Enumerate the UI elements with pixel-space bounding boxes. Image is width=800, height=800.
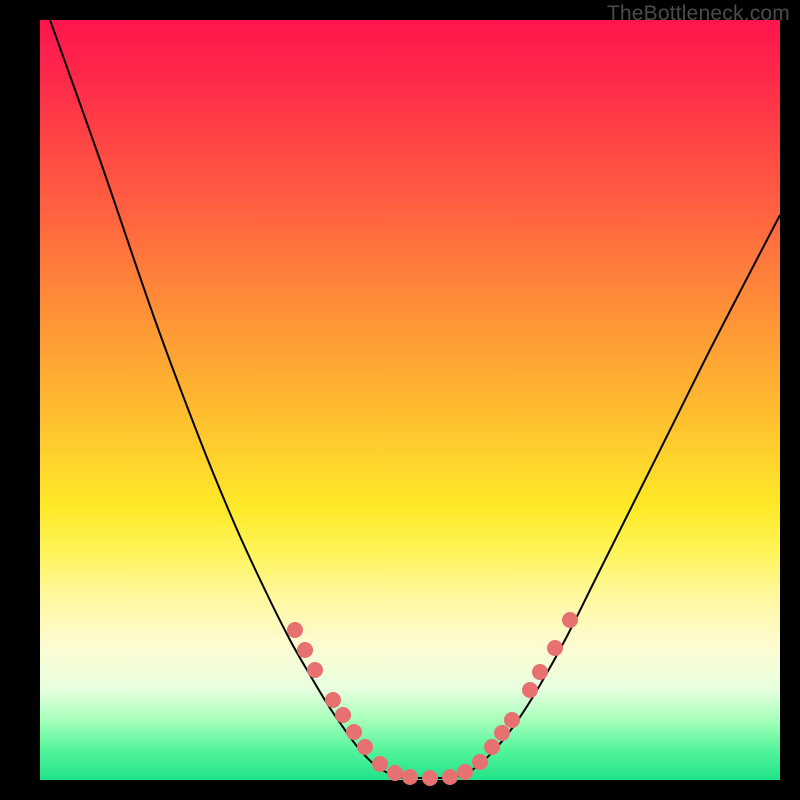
data-marker [457,764,473,780]
data-marker [494,725,510,741]
marker-group [287,612,578,786]
data-marker [287,622,303,638]
chart-svg [40,20,780,780]
curve-group [50,20,780,778]
data-marker [307,662,323,678]
data-marker [325,692,341,708]
data-marker [484,739,500,755]
data-marker [532,664,548,680]
data-marker [547,640,563,656]
data-marker [402,769,418,785]
data-marker [297,642,313,658]
data-marker [522,682,538,698]
data-marker [357,739,373,755]
data-marker [442,769,458,785]
watermark-text: TheBottleneck.com [607,2,790,26]
data-marker [372,756,388,772]
data-marker [562,612,578,628]
chart-frame: TheBottleneck.com [0,0,800,800]
data-marker [387,765,403,781]
plot-area [40,20,780,780]
data-marker [472,754,488,770]
curve-left-curve [50,20,405,778]
data-marker [346,724,362,740]
curve-right-curve [450,215,780,778]
data-marker [422,770,438,786]
data-marker [335,707,351,723]
data-marker [504,712,520,728]
